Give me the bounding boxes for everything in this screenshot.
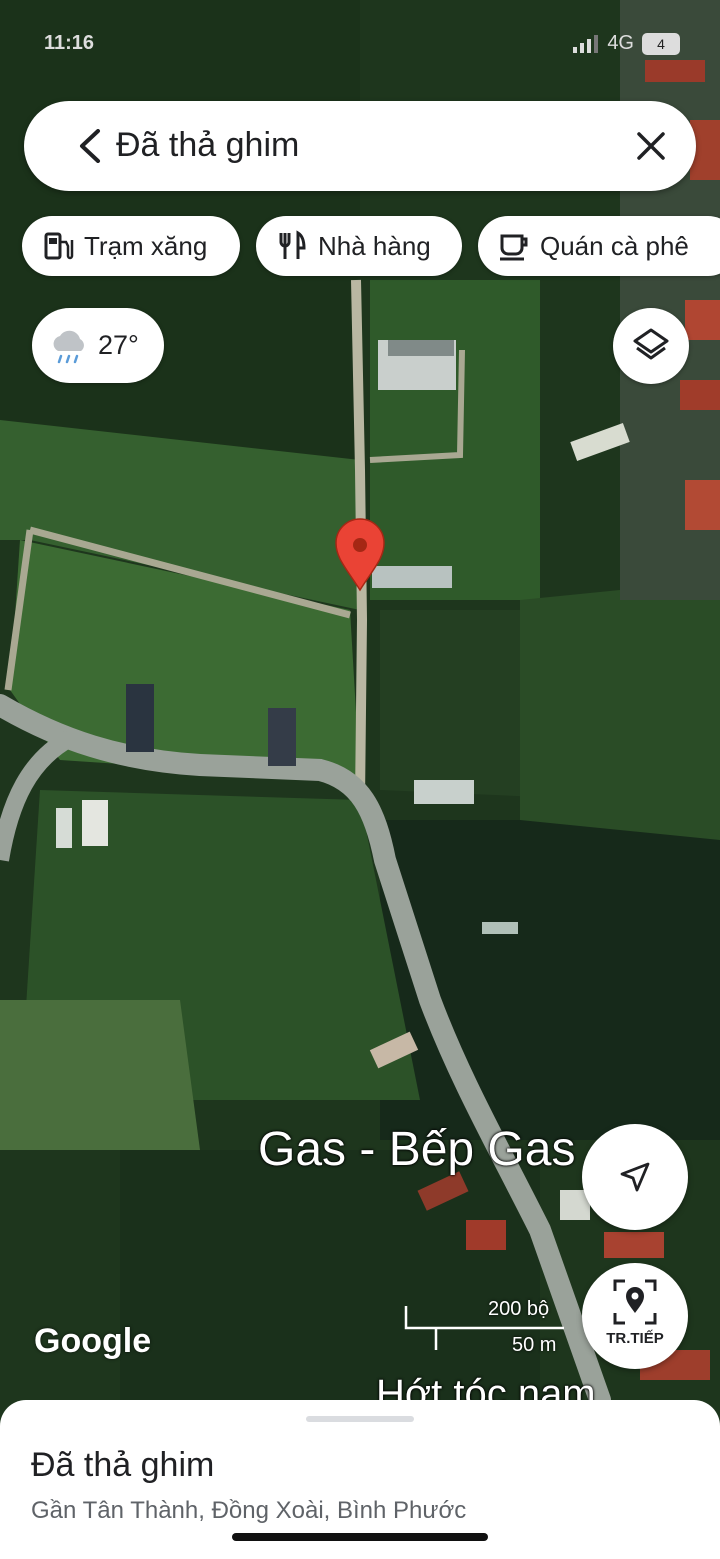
restaurant-icon [279, 230, 306, 259]
status-bar: 11:16 4G 4 [0, 30, 720, 60]
chip-label: Trạm xăng [84, 230, 208, 261]
layers-icon [633, 328, 669, 360]
sheet-title: Đã thả ghim [31, 1446, 215, 1484]
status-time: 11:16 [44, 32, 95, 54]
status-icons: 4G 4 [573, 32, 680, 55]
chip-gas-station[interactable]: Trạm xăng [22, 216, 240, 276]
network-label: 4G [607, 32, 634, 54]
sheet-drag-handle[interactable] [306, 1416, 414, 1422]
map-scale: 200 bộ 50 m [404, 1298, 574, 1358]
chip-label: Nhà hàng [318, 230, 431, 261]
chip-coffee[interactable]: Quán cà phê [478, 216, 720, 276]
scale-metric: 50 m [512, 1334, 557, 1356]
chip-label: Quán cà phê [540, 230, 689, 261]
weather-badge[interactable]: 27° [32, 308, 164, 383]
chip-restaurant[interactable]: Nhà hàng [256, 216, 462, 276]
gas-station-icon [44, 232, 74, 260]
scale-imperial: 200 bộ [488, 1298, 550, 1320]
search-bar[interactable]: Đã thả ghim [24, 101, 696, 191]
signal-icon [573, 34, 599, 53]
coffee-icon [500, 234, 528, 261]
rain-cloud-icon [53, 330, 84, 363]
home-indicator[interactable] [232, 1533, 488, 1541]
bottom-sheet[interactable]: Đã thả ghim Gần Tân Thành, Đồng Xoài, Bì… [0, 1400, 720, 1559]
google-attribution: Google [34, 1322, 152, 1360]
next-button-label: TR.TIẾP [606, 1330, 664, 1347]
close-icon[interactable] [636, 131, 666, 161]
back-arrow-icon[interactable] [76, 129, 104, 163]
navigation-arrow-icon [620, 1162, 650, 1192]
location-frame-icon [613, 1279, 657, 1325]
battery-icon: 4 [642, 32, 680, 55]
map-label-gas-shop[interactable]: Gas - Bếp Gas [258, 1122, 575, 1177]
next-button[interactable]: TR.TIẾP [582, 1263, 688, 1369]
my-location-button[interactable] [582, 1124, 688, 1230]
sheet-subtitle: Gần Tân Thành, Đồng Xoài, Bình Phước [31, 1497, 467, 1524]
weather-temp: 27° [98, 330, 139, 360]
search-title[interactable]: Đã thả ghim [116, 126, 299, 165]
layers-button[interactable] [613, 308, 689, 384]
